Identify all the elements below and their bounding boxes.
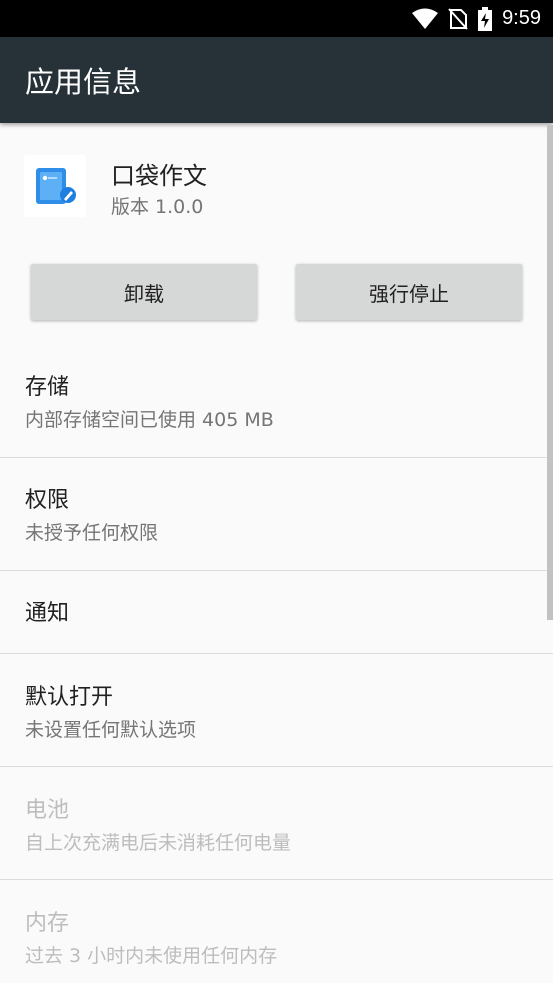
uninstall-button[interactable]: 卸载 (31, 264, 257, 320)
app-version: 版本 1.0.0 (111, 196, 204, 218)
list-item-title: 存储 (25, 375, 70, 400)
battery-charging-icon (478, 6, 493, 31)
list-item-subtitle: 未设置任何默认选项 (25, 719, 197, 741)
force-stop-button[interactable]: 强行停止 (296, 264, 522, 320)
wifi-icon (412, 8, 439, 30)
list-item-title: 内存 (25, 911, 70, 936)
list-item-subtitle: 自上次充满电后未消耗任何电量 (25, 832, 292, 854)
clock: 9:59 (502, 7, 541, 29)
list-item-open-by-default[interactable]: 默认打开 未设置任何默认选项 (0, 679, 553, 742)
list-item-title: 默认打开 (25, 685, 114, 710)
list-item-title: 权限 (25, 488, 70, 513)
list-item-subtitle: 过去 3 小时内未使用任何内存 (25, 945, 278, 967)
page-title: 应用信息 (25, 65, 142, 99)
list-item-notifications[interactable]: 通知 (0, 595, 553, 627)
divider (0, 766, 553, 767)
app-header: 口袋作文 版本 1.0.0 (0, 123, 553, 243)
divider (0, 653, 553, 654)
app-bar: 应用信息 (0, 37, 553, 123)
status-bar: 9:59 (0, 0, 553, 37)
pocket-composition-app-icon (24, 155, 86, 217)
scrollbar[interactable] (547, 125, 553, 620)
list-item-permissions[interactable]: 权限 未授予任何权限 (0, 482, 553, 545)
list-item-memory: 内存 过去 3 小时内未使用任何内存 (0, 905, 553, 968)
no-sim-icon (448, 7, 468, 30)
list-item-subtitle: 未授予任何权限 (25, 522, 159, 544)
list-item-title: 通知 (25, 601, 70, 626)
divider (0, 879, 553, 880)
list-item-subtitle: 内部存储空间已使用 405 MB (25, 409, 274, 431)
app-name: 口袋作文 (111, 162, 207, 190)
list-item-storage[interactable]: 存储 内部存储空间已使用 405 MB (0, 369, 553, 432)
divider (0, 457, 553, 458)
list-item-battery: 电池 自上次充满电后未消耗任何电量 (0, 792, 553, 855)
list-item-title: 电池 (25, 798, 70, 823)
divider (0, 570, 553, 571)
